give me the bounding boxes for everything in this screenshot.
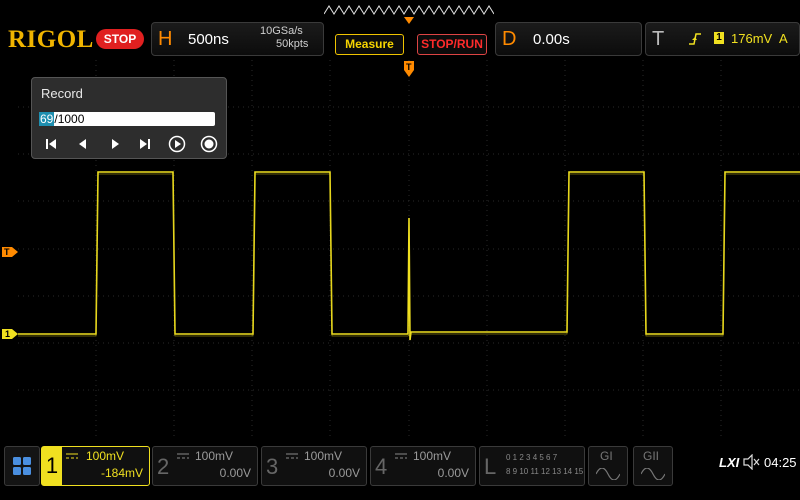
sine-wave-icon [641, 468, 665, 480]
channel-2-offset: 0.00V [219, 466, 251, 480]
speaker-muted-icon[interactable] [743, 454, 761, 470]
trigger-position-label: T [406, 62, 412, 72]
channel-1-panel[interactable]: 1 100mV -184mV [41, 446, 150, 486]
channel-2-scale: 100mV [195, 449, 234, 463]
horizontal-panel[interactable]: H 500ns 10GSa/s 50kpts [151, 22, 324, 56]
timebase-value: 500ns [188, 31, 229, 48]
channel-1-offset: -184mV [100, 466, 143, 480]
record-controls [44, 134, 220, 154]
logic-channels-row-2: 8 9 10 11 12 13 14 15 [506, 467, 584, 476]
logic-label: L [484, 454, 497, 479]
next-frame-icon[interactable] [108, 137, 122, 151]
generator-2-panel[interactable]: GII [633, 446, 673, 486]
memory-overview-waveform [324, 5, 494, 15]
trigger-level: 176mV [731, 31, 773, 46]
channel-1-scale: 100mV [86, 449, 125, 463]
channel-3-number: 3 [266, 454, 279, 479]
grid-menu-icon [13, 457, 31, 475]
sample-rate: 10GSa/s [260, 25, 303, 37]
channel-4-scale: 100mV [413, 449, 452, 463]
delay-panel[interactable]: D 0.00s [495, 22, 642, 56]
record-title: Record [41, 86, 83, 101]
dc-coupling-icon [177, 453, 189, 459]
last-frame-icon[interactable] [138, 137, 152, 151]
dc-coupling-icon [66, 453, 78, 459]
rising-edge-icon [689, 33, 701, 45]
play-icon[interactable] [168, 135, 186, 153]
dc-coupling-icon [286, 453, 298, 459]
generator-1-label: GI [600, 449, 613, 463]
record-panel[interactable]: Record 69/1000 [31, 77, 227, 159]
record-total-frames: 1000 [57, 112, 85, 126]
measure-button[interactable]: Measure [335, 34, 404, 55]
clock-time: 04:25 [764, 455, 797, 470]
memory-depth: 50kpts [276, 38, 309, 50]
logic-analyzer-panel[interactable]: L 0 1 2 3 4 5 6 7 8 9 10 11 12 13 14 15 [479, 446, 585, 486]
trigger-source: A [779, 31, 788, 46]
sine-wave-icon [596, 468, 620, 480]
top-status-bar: RIGOL STOP H 500ns 10GSa/s 50kpts Measur… [0, 0, 800, 58]
channel-4-panel[interactable]: 4 100mV 0.00V [370, 446, 476, 486]
channel-3-panel[interactable]: 3 100mV 0.00V [261, 446, 367, 486]
stop-run-button[interactable]: STOP/RUN [417, 34, 487, 55]
channel-4-number: 4 [375, 454, 388, 479]
logic-channels-row-1: 0 1 2 3 4 5 6 7 [506, 453, 558, 462]
generator-1-panel[interactable]: GI [588, 446, 628, 486]
channel-1-ground-label: 1 [5, 329, 11, 339]
run-state-badge[interactable]: STOP [96, 29, 144, 49]
dc-coupling-icon [395, 453, 407, 459]
lxi-logo: LXI [719, 455, 740, 470]
first-frame-icon[interactable] [44, 137, 58, 151]
channel-4-offset: 0.00V [437, 466, 469, 480]
trigger-channel-badge: 1 [714, 32, 724, 44]
delay-value: 0.00s [533, 31, 570, 48]
channel-1-number: 1 [42, 447, 62, 485]
trigger-level-label: T [4, 247, 10, 257]
channel-3-scale: 100mV [304, 449, 343, 463]
trigger-label: T [652, 28, 665, 50]
generator-2-label: GII [643, 449, 660, 463]
record-icon[interactable] [200, 135, 218, 153]
channel-2-number: 2 [157, 454, 170, 479]
delay-label: D [502, 28, 517, 50]
channel-2-panel[interactable]: 2 100mV 0.00V [152, 446, 258, 486]
rigol-logo: RIGOL [8, 26, 94, 53]
channel-1-trace [18, 171, 800, 341]
previous-frame-icon[interactable] [76, 137, 90, 151]
bottom-channel-bar: 1 100mV -184mV 2 100mV 0.00V 3 100mV 0.0… [0, 442, 800, 500]
home-menu-button[interactable] [4, 446, 40, 486]
record-current-frame: 69 [39, 112, 55, 126]
channel-3-offset: 0.00V [328, 466, 360, 480]
horizontal-label: H [158, 28, 173, 50]
trigger-panel[interactable]: T 1 176mV A [645, 22, 800, 56]
overview-window-marker-icon [404, 17, 414, 24]
record-frame-field[interactable]: 69/1000 [39, 112, 215, 126]
